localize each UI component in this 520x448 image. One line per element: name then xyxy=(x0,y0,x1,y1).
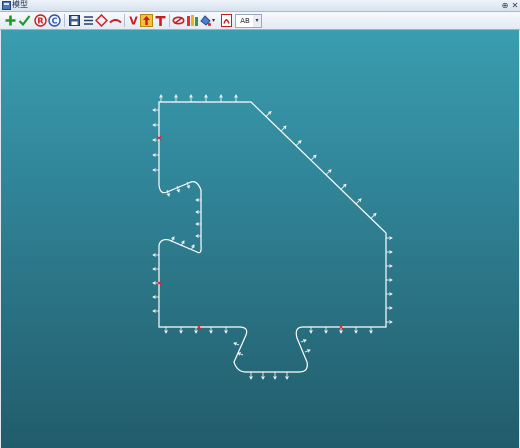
svg-text:R: R xyxy=(37,16,43,25)
bars-icon[interactable] xyxy=(186,14,199,27)
paint-dropdown-icon[interactable]: ▾ xyxy=(212,14,218,27)
pdf-icon[interactable] xyxy=(220,14,233,27)
check-icon[interactable] xyxy=(18,14,31,27)
model-drawing xyxy=(152,94,393,380)
paint-icon[interactable] xyxy=(199,14,212,27)
chevron-down-icon[interactable]: ▾ xyxy=(253,14,262,28)
v-icon[interactable]: V xyxy=(127,14,140,28)
svg-text:V: V xyxy=(129,15,138,28)
model-outline xyxy=(158,101,387,373)
toolbar-separator xyxy=(64,14,65,27)
toolbar: R C V ▾ AB ▾ xyxy=(0,12,520,30)
add-icon[interactable] xyxy=(4,14,17,27)
t-icon[interactable] xyxy=(154,14,167,27)
pin-button[interactable]: ⊕ xyxy=(500,0,510,11)
svg-text:C: C xyxy=(52,16,58,25)
text-style-select[interactable]: AB xyxy=(235,14,255,28)
link-icon[interactable] xyxy=(172,14,185,27)
toolbar-separator xyxy=(169,14,170,27)
save-icon[interactable] xyxy=(68,14,81,27)
title-bar: 模型 ⊕ ✕ xyxy=(0,0,520,12)
arc-icon[interactable] xyxy=(109,14,122,27)
r-circle-icon[interactable]: R xyxy=(34,14,47,27)
window-title: 模型 xyxy=(12,0,28,9)
toolbar-separator xyxy=(124,14,125,27)
model-canvas[interactable] xyxy=(1,30,519,448)
arrow-up-icon[interactable] xyxy=(140,14,153,27)
close-button[interactable]: ✕ xyxy=(510,0,520,11)
c-circle-icon[interactable]: C xyxy=(48,14,61,27)
diamond-icon[interactable] xyxy=(95,14,108,27)
load-arrows xyxy=(152,94,393,380)
window-icon xyxy=(2,1,11,10)
list-icon[interactable] xyxy=(82,14,95,27)
